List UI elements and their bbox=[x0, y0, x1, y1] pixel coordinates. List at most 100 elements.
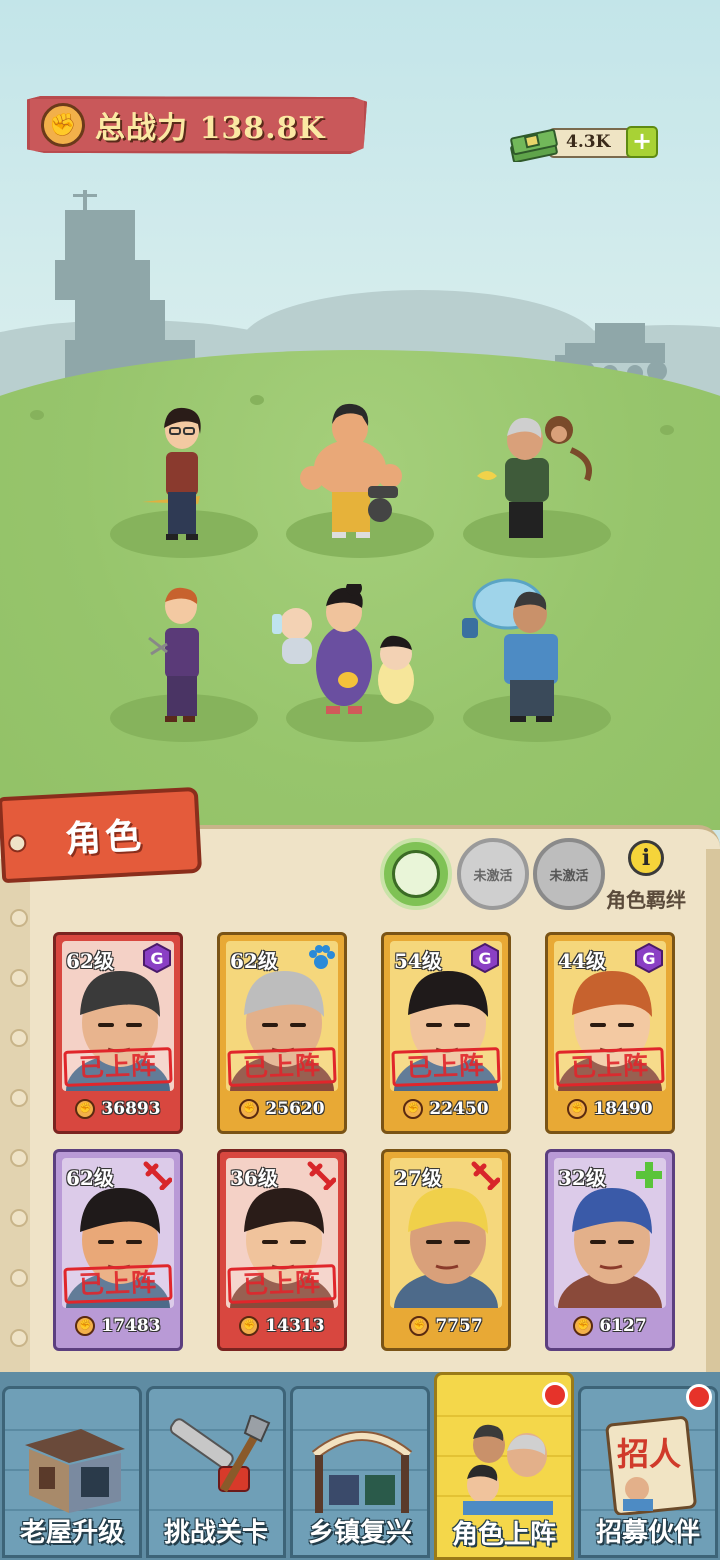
character-power: ✊ 36893 bbox=[62, 1093, 174, 1125]
red-sword-icon bbox=[142, 1160, 173, 1191]
fist-icon: ✊ bbox=[573, 1316, 594, 1336]
green-plus-icon bbox=[634, 1160, 664, 1190]
binder-ring bbox=[10, 1149, 28, 1167]
character-power-value: 7757 bbox=[435, 1316, 483, 1336]
stone bbox=[250, 395, 264, 405]
stopwatch-icon bbox=[392, 850, 440, 898]
binder-ring bbox=[10, 1029, 28, 1047]
svg-text:G: G bbox=[478, 949, 491, 968]
recruit-poster-icon: 招人 bbox=[605, 1416, 697, 1515]
binder-ring bbox=[10, 1089, 28, 1107]
battle-scene: ✊ 总战力 138.8K 4.3K + bbox=[0, 0, 720, 830]
character-power: ✊ 18490 bbox=[554, 1093, 666, 1125]
character-bond-label[interactable]: 角色羁绊 bbox=[606, 884, 686, 913]
old-man-monkey-character[interactable] bbox=[475, 410, 600, 542]
character-level: 62级 bbox=[230, 949, 278, 973]
binder-ring bbox=[10, 1329, 28, 1347]
mother-kids-character[interactable] bbox=[268, 584, 428, 724]
deployed-stamp: 已上阵 bbox=[227, 1047, 337, 1087]
purple-g-icon: G bbox=[470, 942, 500, 974]
tab-characters-label: 角色 bbox=[64, 815, 147, 861]
money-value: 4.3K bbox=[566, 132, 611, 152]
character-card[interactable]: 32级 ✊ 6127 bbox=[545, 1149, 675, 1351]
character-power: ✊ 17483 bbox=[62, 1310, 174, 1342]
binder-ring bbox=[10, 1209, 28, 1227]
old-house-icon bbox=[25, 1429, 125, 1513]
characters-group-icon bbox=[463, 1424, 553, 1515]
recruit-poster-text: 招人 bbox=[617, 1435, 681, 1473]
fist-icon: ✊ bbox=[75, 1316, 96, 1336]
notebook-spine bbox=[0, 859, 30, 1399]
barber-character[interactable] bbox=[145, 584, 215, 724]
fist-icon: ✊ bbox=[239, 1316, 260, 1336]
muscle-man-character[interactable] bbox=[298, 398, 408, 542]
character-level: 36级 bbox=[230, 1166, 278, 1190]
total-power-banner: ✊ 总战力 138.8K bbox=[27, 96, 367, 154]
character-card[interactable]: 54级 G 已上阵 ✊ 22450 bbox=[381, 932, 511, 1134]
character-power-value: 17483 bbox=[101, 1316, 161, 1336]
character-level: 44级 bbox=[558, 949, 606, 973]
character-power-value: 6127 bbox=[599, 1316, 647, 1336]
add-money-button[interactable]: + bbox=[626, 126, 658, 158]
character-card[interactable]: 62级 G 已上阵 ✊ 36893 bbox=[53, 932, 183, 1134]
red-sword-icon bbox=[306, 1160, 337, 1191]
character-card[interactable]: 62级 已上阵 ✊ 17483 bbox=[53, 1149, 183, 1351]
tab-characters[interactable]: 角色 bbox=[0, 786, 203, 884]
filter-stopwatch-button[interactable] bbox=[380, 838, 452, 910]
filter-status-label: 未激活 bbox=[473, 868, 513, 884]
stone bbox=[30, 410, 44, 420]
info-icon[interactable]: i bbox=[628, 840, 664, 876]
character-level: 27级 bbox=[394, 1166, 442, 1190]
deployed-stamp: 已上阵 bbox=[227, 1264, 337, 1304]
character-card[interactable]: 27级 ✊ 7757 bbox=[381, 1149, 511, 1351]
character-power-value: 18490 bbox=[593, 1099, 653, 1119]
character-power: ✊ 22450 bbox=[390, 1093, 502, 1125]
bottom-navigation: 老屋升级 挑战关卡 乡镇复兴 角色上阵 招人 招募伙伴 bbox=[0, 1372, 720, 1560]
nav-label: 乡镇复兴 bbox=[307, 1518, 412, 1548]
binder-ring bbox=[10, 969, 28, 987]
character-level: 62级 bbox=[66, 949, 114, 973]
filter-building-button[interactable]: 未激活 bbox=[457, 838, 529, 910]
fist-icon: ✊ bbox=[403, 1099, 424, 1119]
ruined-tower-silhouette bbox=[55, 190, 195, 380]
svg-text:G: G bbox=[150, 949, 163, 968]
character-level: 54级 bbox=[394, 949, 442, 973]
fist-icon: ✊ bbox=[239, 1099, 260, 1119]
nav-town-revival[interactable]: 乡镇复兴 bbox=[290, 1386, 430, 1558]
nav-recruit-partner[interactable]: 招人 招募伙伴 bbox=[578, 1386, 718, 1558]
character-power-value: 36893 bbox=[101, 1099, 161, 1119]
character-power-value: 22450 bbox=[429, 1099, 489, 1119]
cash-stack-icon bbox=[510, 128, 558, 162]
chainsaw-shovel-icon bbox=[169, 1415, 271, 1493]
character-power: ✊ 7757 bbox=[390, 1310, 502, 1342]
money-counter: 4.3K + bbox=[508, 122, 658, 164]
panel-edge bbox=[706, 849, 720, 1394]
stone bbox=[660, 425, 674, 435]
fist-icon: ✊ bbox=[567, 1099, 588, 1119]
nav-label: 招募伙伴 bbox=[595, 1518, 700, 1548]
character-card[interactable]: 62级 已上阵 ✊ 25620 bbox=[217, 932, 347, 1134]
deployed-stamp: 已上阵 bbox=[391, 1047, 501, 1087]
nav-label: 角色上阵 bbox=[451, 1520, 556, 1550]
purple-g-icon: G bbox=[142, 942, 172, 974]
purple-g-icon: G bbox=[634, 942, 664, 974]
paw-icon bbox=[306, 943, 336, 973]
market-gate-icon bbox=[311, 1431, 413, 1513]
notification-dot bbox=[542, 1382, 568, 1408]
character-level: 62级 bbox=[66, 1166, 114, 1190]
binder-ring bbox=[10, 909, 28, 927]
character-power: ✊ 6127 bbox=[554, 1310, 666, 1342]
water-delivery-character[interactable] bbox=[460, 574, 578, 724]
character-power: ✊ 14313 bbox=[226, 1310, 338, 1342]
filter-status-label: 未激活 bbox=[549, 868, 589, 884]
character-card[interactable]: 36级已上阵 ✊ 14313 bbox=[217, 1149, 347, 1351]
red-sword-icon bbox=[470, 1160, 501, 1191]
nav-label: 老屋升级 bbox=[19, 1518, 124, 1548]
fist-icon: ✊ bbox=[409, 1316, 430, 1336]
nav-challenge-stage[interactable]: 挑战关卡 bbox=[146, 1386, 286, 1558]
filter-car-button[interactable]: 未激活 bbox=[533, 838, 605, 910]
teacher-character[interactable] bbox=[140, 400, 220, 542]
character-card[interactable]: 44级 G 已上阵 ✊ 18490 bbox=[545, 932, 675, 1134]
svg-text:G: G bbox=[642, 949, 655, 968]
nav-house-upgrade[interactable]: 老屋升级 bbox=[2, 1386, 142, 1558]
